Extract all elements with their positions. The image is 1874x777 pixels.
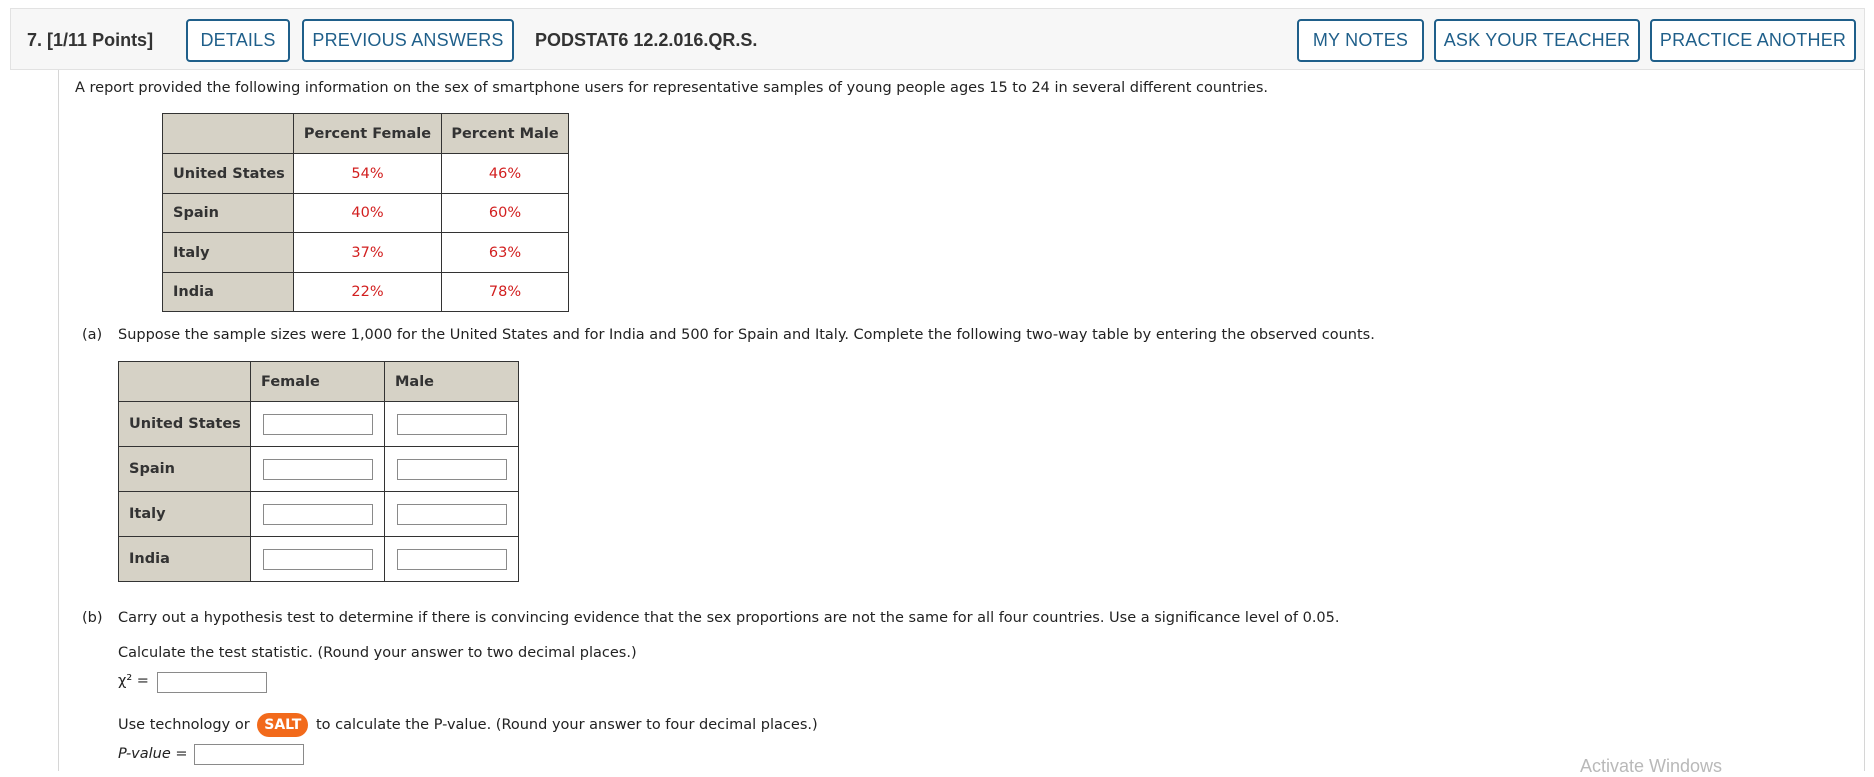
italy-female-count-input[interactable] <box>262 503 373 525</box>
male-header: Male <box>384 361 519 402</box>
activate-windows-watermark: Activate Windows <box>1580 756 1723 776</box>
table-corner-cell <box>162 113 294 154</box>
percent-male-header: Percent Male <box>441 113 569 154</box>
table-row: India <box>118 536 519 582</box>
us-female-count-input[interactable] <box>262 413 373 435</box>
india-female-count-input[interactable] <box>262 548 373 570</box>
table-row: Italy <box>118 491 519 537</box>
question-header: 7. [1/11 Points] DETAILS PREVIOUS ANSWER… <box>10 8 1865 70</box>
table-row: United States <box>118 401 519 447</box>
row-label-united-states: United States <box>118 401 251 447</box>
row-label-spain: Spain <box>162 193 294 233</box>
table-corner-cell <box>118 361 251 402</box>
use-technology-text: Use technology or <box>118 717 250 733</box>
chi-square-input[interactable] <box>157 672 267 693</box>
p-value-input[interactable] <box>194 744 304 765</box>
observed-counts-table: Female Male United States Spain Italy In… <box>118 361 519 582</box>
india-male-count-input[interactable] <box>396 548 507 570</box>
us-percent-male: 46% <box>441 153 569 194</box>
question-number: 7. <box>27 30 43 50</box>
row-label-italy: Italy <box>162 232 294 273</box>
question-number-points: 7. [1/11 Points] <box>27 9 153 71</box>
female-header: Female <box>250 361 385 402</box>
table-row: United States 54% 46% <box>162 153 569 194</box>
part-b-label: (b) <box>82 610 103 626</box>
calculate-statistic-text: Calculate the test statistic. (Round you… <box>118 645 637 661</box>
italy-percent-female: 37% <box>293 232 442 273</box>
row-label-india: India <box>118 536 251 582</box>
intro-text: A report provided the following informat… <box>75 80 1268 96</box>
percent-table: Percent Female Percent Male United State… <box>162 113 569 312</box>
details-button[interactable]: DETAILS <box>186 19 290 62</box>
india-percent-male: 78% <box>441 272 569 312</box>
part-a-text: Suppose the sample sizes were 1,000 for … <box>118 327 1375 343</box>
my-notes-button[interactable]: MY NOTES <box>1297 19 1424 62</box>
us-male-count-input[interactable] <box>396 413 507 435</box>
table-row: India 22% 78% <box>162 272 569 312</box>
india-percent-female: 22% <box>293 272 442 312</box>
spain-percent-male: 60% <box>441 193 569 233</box>
part-b-text: Carry out a hypothesis test to determine… <box>118 610 1340 626</box>
salt-button[interactable]: SALT <box>257 713 309 737</box>
part-a-label: (a) <box>82 327 103 343</box>
p-value-label: P-value = <box>118 746 188 762</box>
row-label-india: India <box>162 272 294 312</box>
table-row: Spain <box>118 446 519 492</box>
spain-female-count-input[interactable] <box>262 458 373 480</box>
italy-male-count-input[interactable] <box>396 503 507 525</box>
italy-percent-male: 63% <box>441 232 569 273</box>
percent-female-header: Percent Female <box>293 113 442 154</box>
ask-your-teacher-button[interactable]: ASK YOUR TEACHER <box>1434 19 1640 62</box>
row-label-italy: Italy <box>118 491 251 537</box>
table-row: Spain 40% 60% <box>162 193 569 233</box>
practice-another-button[interactable]: PRACTICE ANOTHER <box>1650 19 1856 62</box>
points-label: [1/11 Points] <box>47 30 154 50</box>
row-label-spain: Spain <box>118 446 251 492</box>
row-label-united-states: United States <box>162 153 294 194</box>
spain-male-count-input[interactable] <box>396 458 507 480</box>
us-percent-female: 54% <box>293 153 442 194</box>
p-value-instructions: Use technology or SALT to calculate the … <box>118 713 818 737</box>
previous-answers-button[interactable]: PREVIOUS ANSWERS <box>302 19 514 62</box>
p-value-round-text: to calculate the P-value. (Round your an… <box>315 717 818 733</box>
table-row: Italy 37% 63% <box>162 232 569 273</box>
spain-percent-female: 40% <box>293 193 442 233</box>
question-reference: PODSTAT6 12.2.016.QR.S. <box>535 30 758 50</box>
chi-square-label: χ² = <box>118 673 149 689</box>
